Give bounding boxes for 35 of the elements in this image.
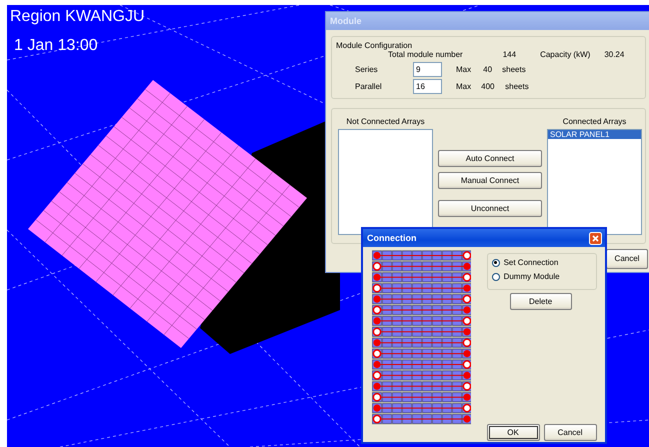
list-label: Connected Arrays xyxy=(562,117,626,126)
list-item[interactable]: SOLAR PANEL1 xyxy=(548,130,641,140)
option-label: Set Connection xyxy=(504,258,558,268)
radio-button[interactable] xyxy=(492,258,500,267)
group-label: Module Configuration xyxy=(336,41,414,50)
delete-button[interactable]: Delete xyxy=(510,293,572,310)
region-label: Region KWANGJU xyxy=(10,9,145,25)
radio-button[interactable] xyxy=(492,272,500,281)
window-title: Connection xyxy=(367,232,416,244)
field-label: Series xyxy=(355,65,379,74)
max-label: Max xyxy=(456,65,472,74)
unit-label: sheets xyxy=(502,65,526,74)
array-list[interactable] xyxy=(338,129,433,236)
max-value: 400 xyxy=(481,82,496,92)
number-field[interactable]: 16 xyxy=(413,79,442,94)
cancel-button[interactable]: Cancel xyxy=(544,424,597,441)
number-field[interactable]: 9 xyxy=(413,62,442,78)
unit-label: sheets xyxy=(505,82,529,92)
total-value: 144 xyxy=(502,50,516,60)
time-label: 1 Jan 13:00 xyxy=(14,38,98,54)
cancel-button[interactable]: Cancel xyxy=(606,249,648,269)
max-value: 40 xyxy=(483,65,494,74)
field-label: Parallel xyxy=(355,82,383,92)
action-button[interactable]: Unconnect xyxy=(438,200,542,217)
option-label: Dummy Module xyxy=(504,272,560,282)
ok-button[interactable]: OK xyxy=(486,424,540,441)
capacity-label: Capacity (kW) xyxy=(540,50,590,60)
list-label: Not Connected Arrays xyxy=(346,117,425,126)
capacity-value: 30.24 xyxy=(604,50,624,60)
window-title: Module xyxy=(330,16,362,26)
close-icon[interactable] xyxy=(589,232,602,244)
total-label: Total module number xyxy=(388,50,463,60)
max-label: Max xyxy=(456,82,472,92)
action-button[interactable]: Auto Connect xyxy=(438,150,542,167)
action-button[interactable]: Manual Connect xyxy=(438,172,542,189)
